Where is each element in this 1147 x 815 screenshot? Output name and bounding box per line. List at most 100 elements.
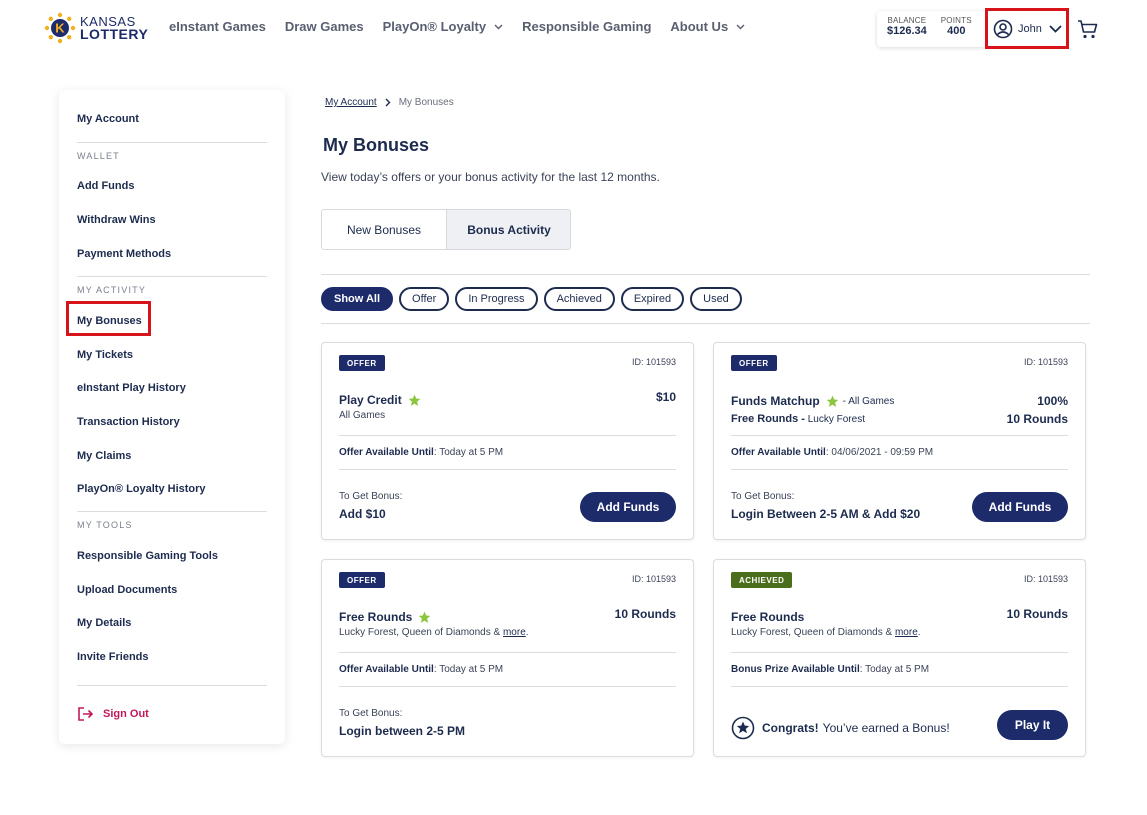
bonus-amount: 100% [1037, 394, 1068, 408]
section-my-activity: MY ACTIVITY [77, 285, 147, 295]
chevron-down-icon [494, 24, 503, 29]
page-title: My Bonuses [323, 135, 430, 155]
add-funds-button[interactable]: Add Funds [580, 492, 676, 522]
breadcrumb-my-account[interactable]: My Account [325, 97, 377, 108]
divider [339, 652, 676, 653]
chevron-down-icon [736, 24, 745, 29]
nav-responsible-gaming[interactable]: Responsible Gaming [522, 19, 651, 34]
bonus-line2: Free Rounds - Lucky Forest [731, 413, 865, 425]
nav-draw-games[interactable]: Draw Games [285, 19, 364, 34]
status-badge: OFFER [731, 355, 777, 371]
filter-used[interactable]: Used [690, 287, 742, 311]
more-link[interactable]: more [895, 627, 918, 638]
bonus-title-text: Funds Matchup [731, 394, 820, 408]
balance-value: $126.34 [887, 25, 927, 37]
sidebar-item-add-funds[interactable]: Add Funds [77, 180, 134, 192]
sidebar-item-transaction-history[interactable]: Transaction History [77, 416, 180, 428]
divider [339, 435, 676, 436]
lottery-sun-logo-icon: K [44, 12, 76, 44]
sidebar-item-my-details[interactable]: My Details [77, 617, 131, 629]
bonus-amount: 10 Rounds [614, 607, 676, 621]
filter-expired[interactable]: Expired [620, 287, 685, 311]
requirement-label: To Get Bonus: [339, 708, 403, 719]
divider [321, 323, 1090, 324]
nav-label: Draw Games [284, 19, 364, 34]
divider [731, 652, 1068, 653]
sidebar-item-my-account[interactable]: My Account [77, 113, 139, 125]
nav-label: PlayOn® Loyalty [382, 19, 487, 34]
availability: Bonus Prize Available Until: Today at 5 … [731, 664, 929, 675]
bonus-view-toggle: New Bonuses Bonus Activity [321, 209, 571, 250]
sidebar-item-payment-methods[interactable]: Payment Methods [77, 248, 171, 260]
bonus-title: Funds Matchup - All Games [731, 394, 894, 408]
section-wallet: WALLET [77, 151, 120, 161]
availability-label: Offer Available Until [731, 447, 826, 458]
star-icon [418, 611, 431, 623]
bonus-card: ACHIEVED ID: 101593 Free Rounds Lucky Fo… [713, 559, 1086, 757]
kansas-lottery-logo[interactable]: K KANSAS LOTTERY [44, 12, 148, 44]
sidebar-item-my-tickets[interactable]: My Tickets [77, 349, 133, 361]
divider [339, 469, 676, 470]
sidebar-item-invite-friends[interactable]: Invite Friends [77, 651, 149, 663]
points: POINTS 400 [941, 16, 972, 42]
sidebar-item-withdraw-wins[interactable]: Withdraw Wins [77, 214, 156, 226]
status-badge: OFFER [339, 355, 385, 371]
availability-label: Bonus Prize Available Until [731, 664, 860, 675]
divider [77, 511, 267, 512]
chevron-down-icon [1049, 24, 1062, 33]
availability: Offer Available Until: 04/06/2021 - 09:5… [731, 447, 933, 458]
availability-value: : Today at 5 PM [433, 447, 504, 458]
bonus-amount-2: 10 Rounds [1006, 412, 1068, 426]
svg-text:K: K [55, 21, 65, 36]
sidebar-item-einstant-play-history[interactable]: eInstant Play History [77, 382, 186, 394]
availability: Offer Available Until: Today at 5 PM [339, 447, 503, 458]
star-icon [408, 394, 421, 406]
bonus-amount: $10 [655, 390, 676, 404]
status-badge: OFFER [339, 572, 385, 588]
play-it-button[interactable]: Play It [997, 710, 1068, 740]
divider [731, 686, 1068, 687]
user-menu-button[interactable]: John [985, 8, 1069, 49]
cart-icon[interactable] [1076, 17, 1100, 41]
requirement-label: To Get Bonus: [339, 491, 403, 502]
tab-new-bonuses[interactable]: New Bonuses [322, 210, 446, 249]
sign-out-button[interactable]: Sign Out [77, 707, 149, 721]
sidebar-item-my-claims[interactable]: My Claims [77, 450, 131, 462]
divider [77, 142, 267, 143]
nav-label: Responsible Gaming [522, 19, 652, 34]
filter-in-progress[interactable]: In Progress [455, 287, 538, 311]
divider [321, 274, 1090, 275]
points-value: 400 [947, 25, 966, 37]
points-label: POINTS [940, 16, 972, 25]
availability-value: : Today at 5 PM [859, 664, 930, 675]
nav-label: About Us [670, 19, 729, 34]
more-link[interactable]: more [503, 627, 526, 638]
bonus-games: Lucky Forest, Queen of Diamonds & more. [339, 627, 529, 638]
bonus-games: All Games [339, 410, 386, 421]
status-badge: ACHIEVED [731, 572, 793, 588]
bonus-id: ID: 101593 [631, 357, 676, 367]
divider [731, 435, 1068, 436]
bonus-id: ID: 101593 [1023, 574, 1068, 584]
sidebar-item-playon-loyalty-history[interactable]: PlayOn® Loyalty History [77, 483, 206, 495]
availability-value: : Today at 5 PM [433, 664, 504, 675]
section-my-tools: MY TOOLS [77, 520, 133, 530]
chevron-right-icon [385, 98, 391, 107]
sidebar-item-upload-documents[interactable]: Upload Documents [77, 584, 177, 596]
nav-about-us[interactable]: About Us [670, 19, 745, 34]
nav-playon-loyalty[interactable]: PlayOn® Loyalty [383, 19, 504, 34]
main-nav: eInstant Games Draw Games PlayOn® Loyalt… [169, 19, 764, 34]
divider [339, 686, 676, 687]
congrats-bold: Congrats! [762, 721, 819, 735]
add-funds-button[interactable]: Add Funds [972, 492, 1068, 522]
congrats-text: You’ve earned a Bonus! [822, 721, 950, 735]
filter-achieved[interactable]: Achieved [543, 287, 615, 311]
nav-einstant-games[interactable]: eInstant Games [169, 19, 266, 34]
filter-offer[interactable]: Offer [399, 287, 450, 311]
filter-show-all[interactable]: Show All [321, 287, 394, 311]
sign-out-label: Sign Out [103, 708, 149, 720]
sidebar-item-responsible-gaming-tools[interactable]: Responsible Gaming Tools [77, 550, 218, 562]
bonus-id: ID: 101593 [631, 574, 676, 584]
tab-bonus-activity[interactable]: Bonus Activity [446, 210, 570, 249]
requirement-label: To Get Bonus: [731, 491, 795, 502]
